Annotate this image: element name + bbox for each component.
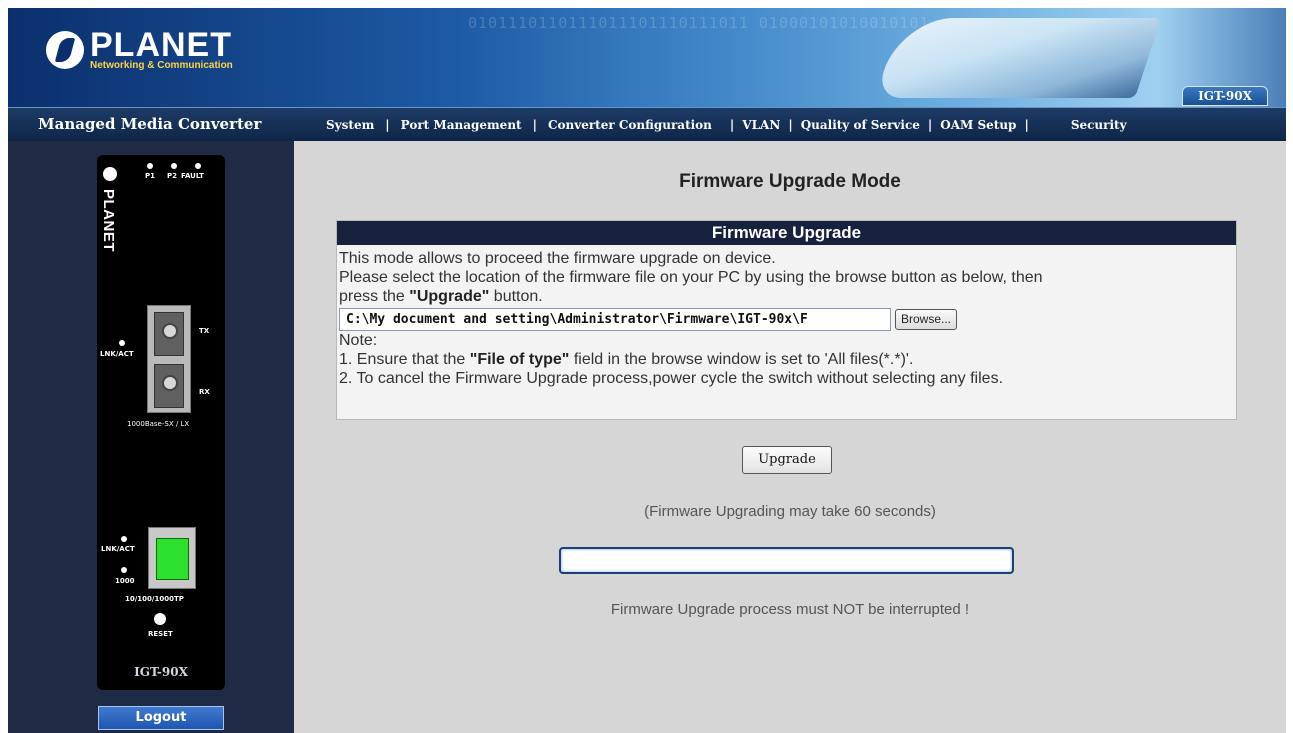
header-banner: 0101110110111011101110111011 01000101010… bbox=[8, 8, 1286, 107]
upgrade-progress-bar bbox=[559, 547, 1014, 574]
device-panel: PLANET P1 P2 FAULT LNK/ACT TX RX 1000Bas… bbox=[8, 141, 294, 733]
menu-oam-setup[interactable]: OAM Setup bbox=[940, 118, 1016, 132]
panel-body: This mode allows to proceed the firmware… bbox=[337, 245, 1236, 388]
led-p1-label: P1 bbox=[145, 172, 156, 180]
led-copper-link bbox=[121, 536, 127, 542]
upgrade-warning: Firmware Upgrade process must NOT be int… bbox=[610, 601, 970, 618]
rj45-port bbox=[148, 527, 196, 589]
note-1: 1. Ensure that the "File of type" field … bbox=[339, 351, 914, 368]
sfp-tx-port bbox=[154, 312, 184, 356]
device-model: IGT-90X bbox=[134, 665, 188, 679]
menu-converter-configuration[interactable]: Converter Configuration bbox=[548, 118, 712, 132]
panel-header: Firmware Upgrade bbox=[337, 221, 1236, 245]
banner-train-image bbox=[875, 18, 1161, 98]
reset-button bbox=[154, 613, 166, 625]
upgrade-time-notice: (Firmware Upgrading may take 60 seconds) bbox=[644, 503, 936, 520]
firmware-upgrade-panel: Firmware Upgrade This mode allows to pro… bbox=[336, 220, 1237, 420]
menu-separator: | bbox=[788, 118, 793, 132]
note-label: Note: bbox=[339, 332, 378, 349]
device-front-view: PLANET P1 P2 FAULT LNK/ACT TX RX 1000Bas… bbox=[97, 155, 225, 690]
menu-separator: | bbox=[729, 118, 735, 132]
fiber-rx-label: RX bbox=[199, 388, 210, 396]
led-fault bbox=[195, 163, 201, 169]
logo-brand: PLANET bbox=[90, 26, 232, 64]
menu-security[interactable]: Security bbox=[1071, 118, 1127, 132]
reset-label: RESET bbox=[148, 630, 173, 638]
note-2: 2. To cancel the Firmware Upgrade proces… bbox=[339, 370, 1004, 387]
banner-binary-decoration: 0101110110111011101110111011 01000101010… bbox=[468, 14, 928, 32]
copper-type-label: 10/100/1000TP bbox=[125, 595, 184, 603]
led-fiber-link bbox=[119, 340, 125, 346]
fiber-type-label: 1000Base-SX / LX bbox=[127, 420, 190, 428]
copper-speed-label: 1000 bbox=[115, 577, 135, 585]
led-p2 bbox=[171, 163, 177, 169]
menu-separator: | bbox=[927, 118, 933, 132]
rj45-jack bbox=[156, 538, 189, 580]
model-tab: IGT-90X bbox=[1182, 86, 1268, 106]
logout-button[interactable]: Logout bbox=[98, 706, 224, 730]
logo-tagline: Networking & Communication bbox=[90, 60, 233, 71]
main-content: Firmware Upgrade Mode Firmware Upgrade T… bbox=[294, 141, 1286, 733]
fiber-lnk-act-label: LNK/ACT bbox=[100, 350, 134, 358]
planet-logo: PLANET Networking & Communication bbox=[46, 28, 233, 71]
menu-system[interactable]: System bbox=[326, 118, 374, 132]
led-p2-label: P2 bbox=[167, 172, 178, 180]
upgrade-button[interactable]: Upgrade bbox=[742, 446, 832, 474]
menu-port-management[interactable]: Port Management bbox=[401, 118, 522, 132]
browse-button[interactable]: Browse... bbox=[895, 309, 958, 330]
led-p1 bbox=[147, 163, 153, 169]
menu-separator: | bbox=[1024, 118, 1029, 132]
intro-line-2: Please select the location of the firmwa… bbox=[339, 269, 1043, 286]
page-title: Firmware Upgrade Mode bbox=[679, 171, 901, 192]
copper-lnk-act-label: LNK/ACT bbox=[101, 545, 135, 553]
device-logo-icon bbox=[103, 167, 117, 181]
menu-separator: | bbox=[532, 118, 537, 132]
firmware-file-input[interactable]: C:\My document and setting\Administrator… bbox=[339, 308, 891, 331]
sfp-fiber-port bbox=[147, 305, 191, 413]
sfp-rx-port bbox=[154, 364, 184, 408]
device-brand: PLANET bbox=[100, 189, 117, 252]
planet-logo-icon bbox=[46, 30, 84, 69]
menu-separator: | bbox=[385, 118, 390, 132]
main-menu: System | Port Management | Converter Con… bbox=[326, 118, 1127, 132]
file-select-row: C:\My document and setting\Administrator… bbox=[339, 308, 1234, 331]
fiber-tx-label: TX bbox=[199, 327, 210, 335]
led-fault-label: FAULT bbox=[181, 172, 204, 180]
led-copper-speed bbox=[121, 567, 127, 573]
intro-line-1: This mode allows to proceed the firmware… bbox=[339, 250, 776, 267]
product-name: Managed Media Converter bbox=[38, 115, 262, 133]
intro-line-3: press the "Upgrade" button. bbox=[339, 288, 543, 305]
menu-vlan[interactable]: VLAN bbox=[742, 118, 780, 132]
menu-quality-of-service[interactable]: Quality of Service bbox=[801, 118, 920, 132]
nav-bar: Managed Media Converter System | Port Ma… bbox=[8, 107, 1286, 141]
